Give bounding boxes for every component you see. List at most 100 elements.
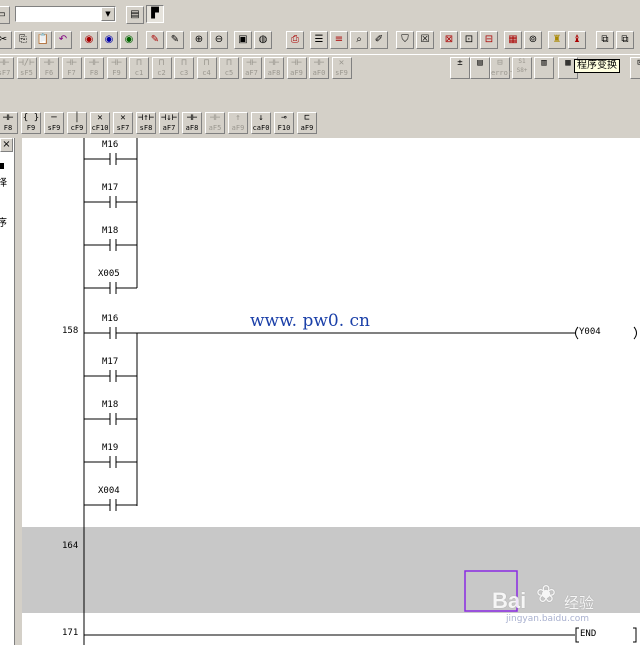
- read-mode-icon[interactable]: ⛉: [396, 31, 414, 49]
- close-icon[interactable]: ×: [0, 138, 13, 152]
- fkey-af9[interactable]: ↑ aF9: [228, 112, 248, 134]
- write-mode-icon[interactable]: ☒: [416, 31, 434, 49]
- ladder-symbol-icon: ⊣⊢: [186, 113, 198, 123]
- ladder-editor[interactable]: 158 164 171 M16 M17 M18 X005 M16 M17 M18…: [22, 138, 640, 645]
- ladder-symbol-icon: ↑: [235, 113, 241, 123]
- ladder-symbol-icon: │: [74, 113, 80, 123]
- replace-icon[interactable]: ✎: [146, 31, 164, 49]
- device-select[interactable]: ▼: [15, 6, 116, 22]
- fkey-c1[interactable]: ⊓ c1: [129, 57, 149, 79]
- contact-m17[interactable]: [84, 370, 137, 382]
- fkey-f10[interactable]: ⊸ F10: [274, 112, 294, 134]
- edit-mode-icon[interactable]: ✐: [370, 31, 388, 49]
- contact-m17-top[interactable]: [84, 196, 137, 208]
- cut-icon[interactable]: ✂: [0, 31, 12, 49]
- find-device-icon[interactable]: ◉: [80, 31, 98, 49]
- panel-splitter[interactable]: [15, 138, 22, 645]
- ladder-symbol-icon: ⊣⊢: [43, 58, 55, 68]
- fkey-convert-3[interactable]: ▥: [534, 57, 554, 79]
- copy-icon[interactable]: ⎘: [14, 31, 32, 49]
- fkey-c3[interactable]: ⊓ c3: [174, 57, 194, 79]
- fkey-af7[interactable]: ⊣↓⊢ aF7: [159, 112, 179, 134]
- coil-y004-open[interactable]: [575, 326, 579, 340]
- convert-icon[interactable]: ⊠: [440, 31, 458, 49]
- device-batch-icon[interactable]: ▦: [504, 31, 522, 49]
- fkey-c4[interactable]: ⊓ c4: [196, 57, 217, 79]
- find-step-icon[interactable]: ◉: [120, 31, 138, 49]
- fkey-cf10[interactable]: ✕ cF10: [90, 112, 110, 134]
- tree-node-label-2[interactable]: 序: [0, 214, 7, 229]
- fkey-sf9[interactable]: ✕ sF9: [331, 57, 352, 79]
- contact-label: M17: [102, 183, 119, 193]
- list-mode-icon[interactable]: ⌕: [350, 31, 368, 49]
- ladder-mode-icon[interactable]: ≡: [330, 31, 348, 49]
- fkey-convert-1[interactable]: ±: [450, 57, 470, 79]
- ladder-icon[interactable]: ☰: [310, 31, 328, 49]
- find-instruction-icon[interactable]: ◉: [100, 31, 118, 49]
- fkey-af8[interactable]: ⊣⊢ aF8: [182, 112, 202, 134]
- fkey-sf7[interactable]: ✕ sF7: [113, 112, 133, 134]
- convert-all-icon[interactable]: ⊡: [460, 31, 478, 49]
- replace-all-icon[interactable]: ✎: [166, 31, 184, 49]
- monitor-icon[interactable]: ▣: [234, 31, 252, 49]
- fkey-label: aF7: [162, 124, 176, 132]
- monitor-all-icon[interactable]: ◍: [254, 31, 272, 49]
- undo-icon[interactable]: ↶: [54, 31, 72, 49]
- ladder-symbol-icon: ⊣↑⊢: [137, 113, 155, 123]
- tree-node-label-1[interactable]: 择: [0, 174, 7, 189]
- zoom-in-icon[interactable]: ⊕: [190, 31, 208, 49]
- fkey-f6[interactable]: ⊣⊢ F6: [39, 57, 59, 79]
- fkey-c2[interactable]: ⊓ c2: [151, 57, 172, 79]
- fkey-af9[interactable]: ⊏ aF9: [297, 112, 317, 134]
- contact-m16-top[interactable]: [84, 153, 137, 165]
- fkey-af5[interactable]: ⊣⊢ aF5: [205, 112, 225, 134]
- remote-stop-icon[interactable]: ♝: [568, 31, 586, 49]
- tree-view-icon[interactable]: ▛: [146, 5, 164, 23]
- print-icon[interactable]: ⎙: [286, 31, 304, 49]
- fkey-af7[interactable]: ⊣⊢ aF7: [241, 57, 262, 79]
- window-restore-icon[interactable]: ⧉: [596, 31, 614, 49]
- fkey-convert-2[interactable]: ▤: [470, 57, 490, 79]
- fkey-sf5[interactable]: ⊣/⊢ sF5: [16, 57, 37, 79]
- fkey-sf8[interactable]: ⊣↑⊢ sF8: [136, 112, 156, 134]
- fkey-label: sF8: [139, 124, 153, 132]
- zoom-out-icon[interactable]: ⊖: [210, 31, 228, 49]
- chevron-down-icon[interactable]: ▼: [101, 7, 115, 21]
- device-monitor-icon[interactable]: ⊚: [524, 31, 542, 49]
- comment-icon[interactable]: ▤: [126, 6, 144, 24]
- fkey-c5[interactable]: ⊓ c5: [219, 57, 239, 79]
- window-menu-icon[interactable]: ▭: [0, 6, 10, 24]
- convert-online-icon[interactable]: ⊟: [480, 31, 498, 49]
- coil-y004-close[interactable]: [633, 326, 637, 340]
- fkey-f9[interactable]: ⊣⊢ F9: [106, 57, 127, 79]
- fkey-f8[interactable]: ⊣⊢ F8: [0, 112, 18, 134]
- fkey-f8[interactable]: ⊣⊢ F8: [84, 57, 104, 79]
- tree-node-marker[interactable]: [0, 163, 4, 169]
- window-tile-icon[interactable]: ⧉: [616, 31, 634, 49]
- fkey-sf9[interactable]: ─ sF9: [44, 112, 64, 134]
- watermark-brand-url: jingyan.baidu.com: [506, 614, 590, 624]
- fkey-f9[interactable]: { } F9: [21, 112, 41, 134]
- contact-label: M17: [102, 357, 119, 367]
- fkey-cf9[interactable]: │ cF9: [67, 112, 87, 134]
- contact-m18-top[interactable]: [84, 239, 137, 251]
- ladder-symbol-icon: ⊣⊢: [291, 58, 302, 68]
- remote-run-icon[interactable]: ♜: [548, 31, 566, 49]
- contact-m19[interactable]: [84, 456, 137, 468]
- fkey-af8[interactable]: ⊣⊢ aF8: [264, 57, 284, 79]
- contact-x004[interactable]: [84, 499, 137, 511]
- paste-icon[interactable]: 📋: [34, 31, 52, 49]
- contact-x005-top[interactable]: [84, 282, 137, 294]
- fkey-label: F8: [89, 69, 99, 77]
- fkey-f7[interactable]: ⊣⊢ F7: [61, 57, 82, 79]
- fkey-sf7[interactable]: ⊣⊢sF7: [0, 57, 14, 79]
- fkey-af0[interactable]: ⊣⊢ aF0: [309, 57, 329, 79]
- fkey-s1s8[interactable]: S1 S8+: [512, 57, 532, 79]
- fkey-extra[interactable]: ⊡: [630, 57, 640, 79]
- fkey-error[interactable]: ⊟ error: [490, 57, 512, 79]
- contact-m18[interactable]: [84, 413, 137, 425]
- fkey-label: aF9: [231, 124, 245, 132]
- fkey-caf0[interactable]: ↓ caF0: [251, 112, 271, 134]
- fkey-af9[interactable]: ⊣⊢ aF9: [286, 57, 307, 79]
- fkey-label: c3: [179, 69, 189, 77]
